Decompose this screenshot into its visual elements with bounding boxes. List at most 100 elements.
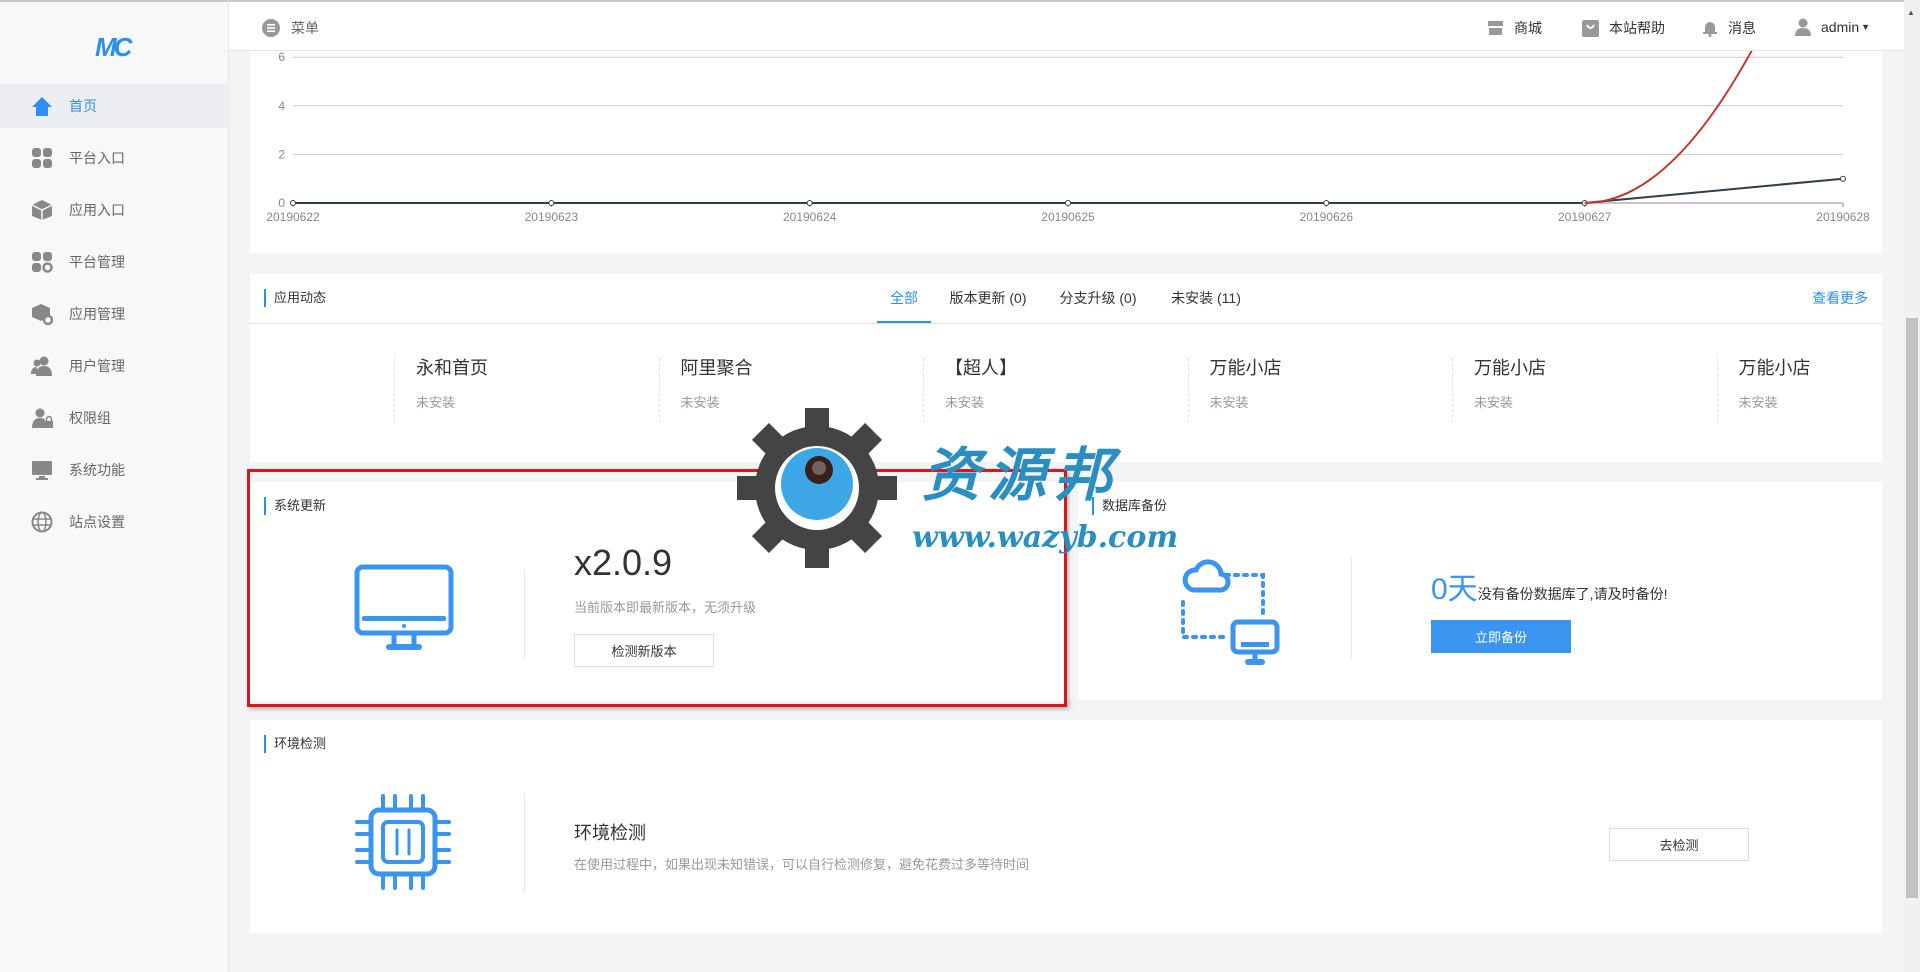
sidebar-item[interactable]: 站点设置 (0, 500, 229, 544)
help-bag-icon (1582, 19, 1599, 37)
env-heading: 环境检测 (574, 823, 646, 843)
x-tick-label: 20190624 (783, 210, 837, 224)
tab[interactable]: 分支升级 (0) (1060, 288, 1137, 308)
watermark-name: 资源邦 (922, 441, 1121, 509)
tab[interactable]: 版本更新 (0) (950, 288, 1027, 308)
sidebar-item[interactable]: 用户管理 (0, 344, 229, 388)
app-status: 未安装 (1209, 395, 1249, 410)
app-item[interactable]: 万能小店 未安装 (1187, 358, 1282, 422)
app-name: 永和首页 (416, 358, 488, 378)
x-tick-label: 20190627 (1558, 210, 1612, 224)
y-tick-label: 6 (278, 50, 285, 64)
divider (1351, 557, 1352, 659)
sidebar-item[interactable]: 平台入口 (0, 136, 229, 180)
divider (524, 793, 525, 893)
sidebar-item-label: 应用入口 (69, 202, 125, 218)
env-description: 在使用过程中，如果出现未知错误，可以自行检测修复，避免花费过多等待时间 (574, 857, 1030, 872)
card-title: 应用动态 (264, 289, 326, 307)
app-name: 【超人】 (945, 358, 1017, 378)
logo: MC (95, 32, 132, 62)
divider (250, 323, 1882, 324)
sidebar: MC 首页平台入口应用入口平台管理应用管理用户管理权限组系统功能站点设置 (0, 0, 229, 972)
x-tick-label: 20190626 (1300, 210, 1354, 224)
sidebar-item-label: 平台管理 (69, 254, 125, 270)
sidebar-item[interactable]: 系统功能 (0, 448, 229, 492)
scrollbar-thumb[interactable] (1906, 318, 1918, 898)
user-name: admin (1821, 19, 1860, 35)
sidebar-item[interactable]: 首页 (0, 84, 229, 128)
shop-link[interactable]: 商城 (1487, 18, 1542, 38)
menu-toggle[interactable]: 菜单 (261, 18, 319, 38)
gear-eye-logo (737, 408, 897, 568)
x-tick-label: 20190625 (1041, 210, 1095, 224)
caret-down-icon: ▼ (1861, 22, 1871, 32)
app-name: 万能小店 (1209, 358, 1282, 378)
data-point (1840, 175, 1846, 182)
chart-card: 0 2 4 6 20190622 20190623 20190624 20190625 2019… (250, 0, 1882, 253)
data-point (806, 200, 813, 206)
top-header: 菜单 商城 本站帮助 消息 admin ▼ (229, 0, 1904, 51)
app-name: 阿里聚合 (680, 358, 753, 378)
sidebar-item-label: 应用管理 (69, 306, 125, 322)
list-icon (262, 19, 280, 37)
store-icon (1488, 21, 1503, 35)
env-check-card: 环境检测 环境检测 在使用过程中，如果出现未知错误，可以自行检测修复，避免花费过… (250, 720, 1882, 933)
cloud-sync-icon (1181, 559, 1280, 665)
tab[interactable]: 未安装 (11) (1171, 288, 1241, 308)
globe-icon (31, 511, 53, 533)
x-tick-label: 20190623 (525, 210, 579, 224)
sidebar-item[interactable]: 应用入口 (0, 188, 229, 232)
sidebar-item-label: 首页 (69, 98, 97, 114)
messages-label: 消息 (1728, 20, 1756, 36)
chip-icon (355, 794, 451, 890)
user-menu[interactable]: admin ▼ (1795, 18, 1870, 36)
sidebar-item-label: 系统功能 (69, 462, 125, 478)
help-link[interactable]: 本站帮助 (1582, 18, 1665, 38)
card-title: 环境检测 (264, 735, 326, 753)
y-tick-label: 0 (278, 196, 285, 210)
sidebar-item-label: 权限组 (69, 410, 111, 426)
days-since-backup: 0天 (1431, 573, 1478, 606)
x-tick-label: 20190628 (1816, 210, 1870, 224)
monitor-icon (32, 461, 52, 480)
data-point (1065, 200, 1071, 206)
grid-gear-icon (32, 252, 53, 273)
bell-icon (1703, 21, 1717, 37)
user-lock-icon (32, 408, 53, 428)
backup-message: 没有备份数据库了,请及时备份! (1477, 586, 1668, 602)
app-item[interactable]: 万能小店 未安装 (1452, 358, 1546, 422)
menu-label: 菜单 (291, 20, 319, 36)
tab[interactable]: 全部 (890, 288, 918, 308)
sidebar-item[interactable]: 权限组 (0, 396, 229, 440)
cube-icon (31, 200, 53, 220)
watermark-url: www.wazyb.com (912, 520, 1179, 555)
scrollbar[interactable]: ▲ (1904, 0, 1920, 972)
sidebar-item[interactable]: 应用管理 (0, 292, 229, 336)
scroll-up-icon[interactable]: ▲ (1907, 8, 1915, 17)
sidebar-item-label: 用户管理 (69, 358, 125, 374)
messages-link[interactable]: 消息 (1702, 18, 1756, 38)
app-item[interactable]: 万能小店 未安装 (1716, 358, 1811, 422)
app-name: 万能小店 (1738, 358, 1811, 378)
home-icon (32, 97, 52, 116)
data-point (290, 200, 296, 206)
y-tick-label: 4 (278, 99, 285, 113)
app-status: 未安装 (1474, 395, 1514, 410)
sidebar-item-label: 平台入口 (69, 150, 125, 166)
backup-card: 数据库备份 0天 没有备份数据库了,请及时备份! 立即备份 (1078, 482, 1882, 700)
app-status: 未安装 (1738, 395, 1778, 410)
sidebar-item[interactable]: 平台管理 (0, 240, 229, 284)
grid-icon (32, 148, 52, 168)
help-label: 本站帮助 (1609, 20, 1665, 36)
data-point (548, 200, 555, 206)
view-more-link[interactable]: 查看更多 (1812, 288, 1868, 308)
backup-now-button[interactable]: 立即备份 (1431, 620, 1571, 653)
shop-label: 商城 (1514, 20, 1542, 36)
backup-status: 0天 没有备份数据库了,请及时备份! (1431, 564, 1667, 608)
app-name: 万能小店 (1474, 358, 1546, 378)
cube-gear-icon (32, 304, 53, 325)
user-icon (1795, 18, 1811, 36)
x-tick-label: 20190622 (266, 210, 320, 224)
app-item[interactable]: 永和首页 未安装 (394, 358, 488, 422)
go-check-button[interactable]: 去检测 (1609, 828, 1749, 861)
